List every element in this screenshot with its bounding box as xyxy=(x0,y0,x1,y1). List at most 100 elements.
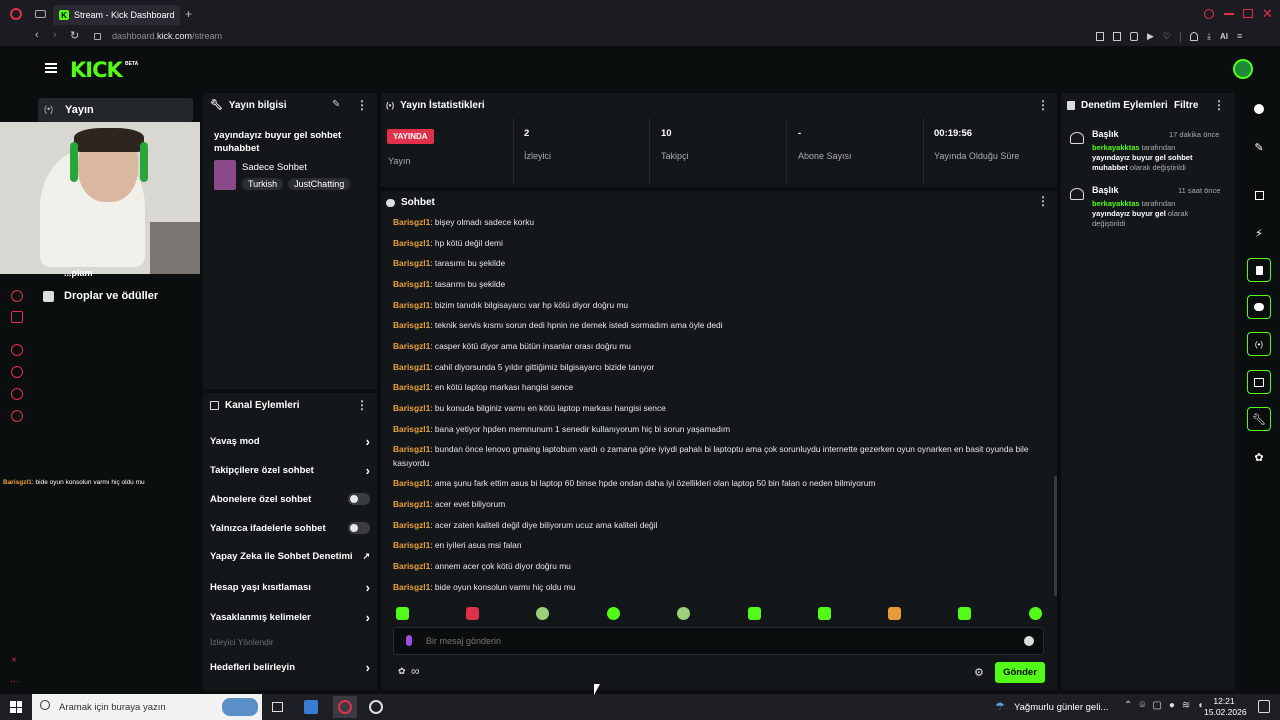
action-set-goals[interactable]: Hedefleri belirleyin › xyxy=(210,660,370,675)
chat-username[interactable]: Barisgzl1 xyxy=(393,478,430,488)
mod-entry-user[interactable]: berkayakktas xyxy=(1092,199,1140,208)
network-icon[interactable]: ⌾ xyxy=(1139,700,1145,711)
emote-icon[interactable] xyxy=(607,607,620,620)
info-icon[interactable] xyxy=(1247,97,1271,121)
sidebar-clock-icon[interactable] xyxy=(11,366,23,378)
chat-icon[interactable] xyxy=(1247,295,1271,319)
chat-username[interactable]: Barisgzl1 xyxy=(393,279,430,289)
minimize-window-icon[interactable] xyxy=(1224,13,1234,15)
chat-username[interactable]: Barisgzl1 xyxy=(393,444,430,454)
chat-username[interactable]: Barisgzl1 xyxy=(393,300,430,310)
maximize-window-icon[interactable] xyxy=(1243,9,1253,18)
more-icon[interactable]: ⋮ xyxy=(1037,194,1049,208)
meet-icon[interactable]: ▢ xyxy=(1152,700,1161,711)
wifi-icon[interactable]: ≋ xyxy=(1182,700,1190,711)
emote-icon[interactable] xyxy=(396,607,409,620)
emote-icon[interactable] xyxy=(958,607,971,620)
sidebar-x-icon[interactable]: ✕ xyxy=(11,656,17,664)
chat-username[interactable]: Barisgzl1 xyxy=(393,362,430,372)
emote-icon[interactable] xyxy=(466,607,479,620)
action-account-age[interactable]: Hesap yaşı kısıtlaması › xyxy=(210,580,370,595)
category-thumbnail[interactable] xyxy=(214,160,236,190)
new-tab-button[interactable]: + xyxy=(185,7,192,21)
emotes-only-toggle[interactable] xyxy=(348,522,370,534)
reload-icon[interactable]: ↻ xyxy=(70,29,79,42)
clock[interactable]: 12:21 15.02.2026 xyxy=(1204,696,1247,718)
action-ai-moderation[interactable]: Yapay Zeka ile Sohbet Denetimi ↗ xyxy=(210,551,370,562)
wrench-icon[interactable]: 🔧︎ xyxy=(1247,407,1271,431)
broadcast-icon[interactable]: (•) xyxy=(1247,332,1271,356)
avatar[interactable] xyxy=(1233,59,1253,79)
shield-icon[interactable] xyxy=(1130,32,1138,41)
drops-icon[interactable]: ✿ xyxy=(398,666,409,676)
nav-item-active[interactable]: (•) Yayın xyxy=(38,98,193,122)
edit-icon[interactable]: ✎ xyxy=(1247,135,1271,159)
back-icon[interactable]: ‹ xyxy=(35,29,39,41)
chat-username[interactable]: Barisgzl1 xyxy=(393,341,430,351)
chat-username[interactable]: Barisgzl1 xyxy=(393,540,430,550)
play-icon[interactable]: ▶ xyxy=(1147,32,1154,42)
chat-username[interactable]: Barisgzl1 xyxy=(393,424,430,434)
weather-text[interactable]: Yağmurlu günler geli... xyxy=(1014,702,1108,713)
close-window-icon[interactable]: ✕ xyxy=(1262,6,1273,22)
app-opera-button[interactable] xyxy=(333,696,357,718)
document-icon[interactable] xyxy=(1247,258,1271,282)
chevron-up-icon[interactable]: ⌃ xyxy=(1124,700,1132,711)
snapshot-icon[interactable] xyxy=(1113,32,1121,41)
nav-item-drops[interactable]: Droplar ve ödüller xyxy=(43,290,158,302)
chat-username[interactable]: Barisgzl1 xyxy=(393,258,430,268)
download-icon[interactable]: ⤓ xyxy=(1207,32,1211,42)
profile-icon[interactable] xyxy=(1190,32,1198,41)
subscribers-only-toggle[interactable] xyxy=(348,493,370,505)
windows-start-icon[interactable] xyxy=(10,701,22,713)
sidebar-chat-icon[interactable] xyxy=(11,388,23,400)
emote-icon[interactable] xyxy=(888,607,901,620)
fullscreen-icon[interactable] xyxy=(1247,183,1271,207)
volume-icon[interactable]: ◖ xyxy=(1197,700,1203,711)
emote-icon[interactable] xyxy=(748,607,761,620)
ai-icon[interactable]: AI xyxy=(1220,32,1228,42)
tab-kick-dashboard[interactable]: K Stream - Kick Dashboard xyxy=(53,5,180,25)
mic-icon[interactable]: ● xyxy=(1169,700,1175,711)
chat-settings-icon[interactable]: ⚙ xyxy=(974,666,984,679)
tag[interactable]: JustChatting xyxy=(288,178,351,190)
chat-username[interactable]: Barisgzl1 xyxy=(393,217,430,227)
emote-icon[interactable] xyxy=(818,607,831,620)
notification-icon[interactable] xyxy=(1258,700,1270,713)
more-icon[interactable]: ⋮ xyxy=(356,98,368,112)
tag[interactable]: Turkish xyxy=(242,178,284,190)
stats-icon[interactable] xyxy=(1247,370,1271,394)
chat-username[interactable]: Barisgzl1 xyxy=(393,238,430,248)
pin-icon[interactable] xyxy=(1096,32,1104,41)
heart-icon[interactable]: ♡ xyxy=(1163,32,1171,42)
kick-logo[interactable]: KICK xyxy=(70,58,123,82)
tab-island-icon[interactable] xyxy=(35,10,46,18)
app-explorer-icon[interactable] xyxy=(304,700,318,714)
edit-icon[interactable]: ✎ xyxy=(332,99,340,110)
chat-username[interactable]: Barisgzl1 xyxy=(393,561,430,571)
emote-icon[interactable] xyxy=(1029,607,1042,620)
drops-icon[interactable]: ✿ xyxy=(1247,445,1271,469)
sidebar-settings-icon[interactable] xyxy=(11,410,23,422)
emoji-icon[interactable] xyxy=(1024,636,1034,646)
action-banned-words[interactable]: Yasaklanmış kelimeler › xyxy=(210,610,370,625)
chat-input[interactable] xyxy=(426,633,1006,649)
taskbar-search[interactable]: Aramak için buraya yazın xyxy=(32,694,262,720)
task-view-icon[interactable] xyxy=(272,702,283,712)
chat-username[interactable]: Barisgzl1 xyxy=(393,320,430,330)
chat-scrollbar[interactable] xyxy=(1054,476,1057,596)
sidebar-video-icon[interactable] xyxy=(11,311,23,323)
chat-username[interactable]: Barisgzl1 xyxy=(393,499,430,509)
mod-entry-user[interactable]: berkayakktas xyxy=(1092,143,1140,152)
filter-button[interactable]: Filtre xyxy=(1174,100,1198,111)
sidebar-more-icon[interactable]: ··· xyxy=(10,676,19,686)
chat-username[interactable]: Barisgzl1 xyxy=(393,520,430,530)
more-icon[interactable]: ⋮ xyxy=(356,398,368,412)
forward-icon[interactable]: › xyxy=(53,29,57,41)
chat-username[interactable]: Barisgzl1 xyxy=(393,582,430,592)
category-name[interactable]: Sadece Sohbet xyxy=(242,162,307,173)
action-followers-only[interactable]: Takipçilere özel sohbet › xyxy=(210,463,370,478)
microphone-icon[interactable] xyxy=(406,635,412,646)
opera-logo-icon[interactable] xyxy=(10,8,22,20)
infinity-icon[interactable]: ∞ xyxy=(411,664,420,678)
